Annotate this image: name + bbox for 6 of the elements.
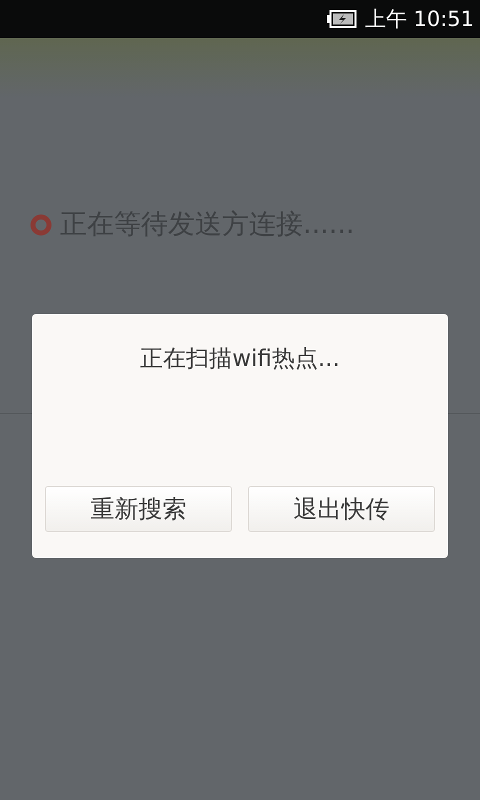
battery-charging-icon xyxy=(326,9,357,29)
dialog-button[interactable]: 退出快传 xyxy=(248,486,435,532)
ring-icon xyxy=(30,214,52,236)
dialog-message: 正在扫描wifi热点... xyxy=(140,348,340,371)
dialog-button[interactable]: 重新搜索 xyxy=(45,486,232,532)
clock: 上午 10:51 xyxy=(364,8,474,30)
